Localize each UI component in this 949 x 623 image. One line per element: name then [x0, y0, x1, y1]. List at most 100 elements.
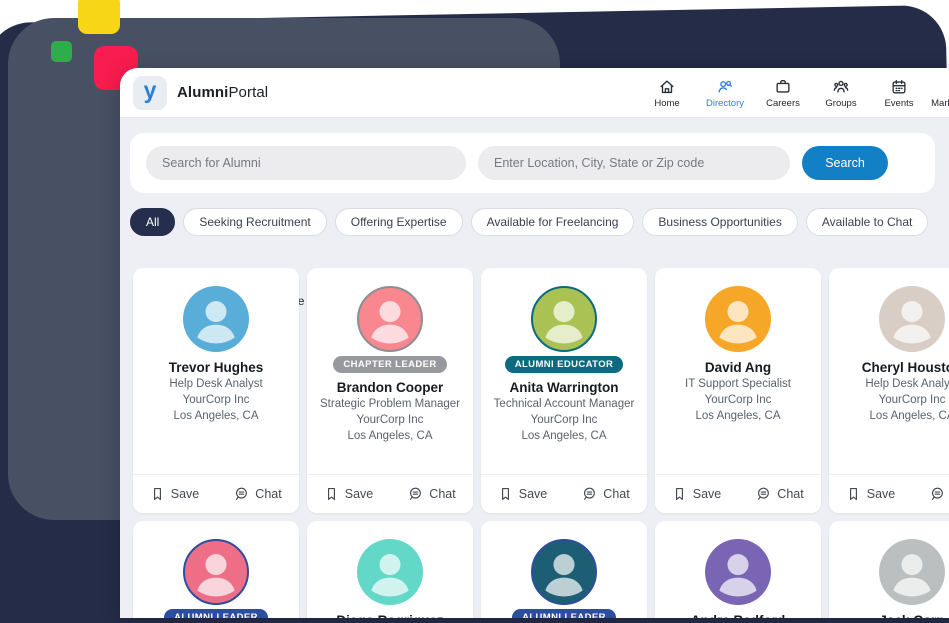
avatar [357, 539, 423, 605]
location-search-input[interactable] [478, 146, 790, 180]
member-name: Brandon Cooper [337, 380, 444, 395]
filter-pill-business-opportunities[interactable]: Business Opportunities [642, 208, 797, 236]
member-card: Jack Garp [829, 521, 949, 618]
avatar [879, 286, 945, 352]
member-card: Trevor Hughes Help Desk Analyst YourCorp… [133, 268, 299, 513]
filter-pills: All Seeking Recruitment Offering Experti… [130, 208, 928, 236]
page-body: Search All Seeking Recruitment Offering … [120, 118, 949, 618]
chat-button[interactable]: Chat [912, 475, 949, 513]
chat-icon [755, 486, 771, 502]
bookmark-icon [846, 486, 861, 502]
member-card: Andre Bedford [655, 521, 821, 618]
member-location: Los Angeles, CA [695, 410, 780, 423]
member-name: Cheryl Houston [862, 360, 949, 375]
chat-icon [407, 486, 423, 502]
member-company: YourCorp Inc [879, 394, 946, 407]
member-title: Strategic Problem Manager [320, 398, 460, 411]
nav-item-home[interactable]: Home [640, 78, 694, 109]
save-button[interactable]: Save [655, 475, 738, 513]
member-card: ALUMNI EDUCATOR Anita Warrington Technic… [481, 268, 647, 513]
member-card: Diego Rogriguez [307, 521, 473, 618]
member-card: Cheryl Houston Help Desk Analyst YourCor… [829, 268, 949, 513]
member-badge: ALUMNI LEADER [512, 609, 616, 618]
decor-yellow-square [78, 0, 120, 34]
member-card: ALUMNI LEADER [481, 521, 647, 618]
avatar [357, 286, 423, 352]
member-location: Los Angeles, CA [869, 410, 949, 423]
member-badge: ALUMNI LEADER [164, 609, 268, 618]
nav-item-careers[interactable]: Careers [756, 78, 810, 109]
avatar [531, 539, 597, 605]
member-name: Jack Garp [879, 613, 944, 618]
filter-pill-available-to-chat[interactable]: Available to Chat [806, 208, 929, 236]
avatar [879, 539, 945, 605]
member-name: Trevor Hughes [169, 360, 264, 375]
search-button[interactable]: Search [802, 146, 888, 180]
chat-icon [581, 486, 597, 502]
avatar [183, 286, 249, 352]
member-company: YourCorp Inc [183, 394, 250, 407]
member-title: Help Desk Analyst [865, 378, 949, 391]
search-panel: Search [130, 133, 935, 193]
chat-button[interactable]: Chat [216, 475, 299, 513]
member-location: Los Angeles, CA [347, 430, 432, 443]
member-location: Los Angeles, CA [521, 430, 606, 443]
member-card: CHAPTER LEADER Brandon Cooper Strategic … [307, 268, 473, 513]
page: y AlumniPortal Home Directory [0, 0, 949, 623]
member-location: Los Angeles, CA [173, 410, 258, 423]
nav-item-marketplace[interactable]: Marketplace [930, 78, 949, 109]
member-company: YourCorp Inc [531, 414, 598, 427]
save-button[interactable]: Save [481, 475, 564, 513]
member-badge: CHAPTER LEADER [333, 356, 446, 373]
save-button[interactable]: Save [133, 475, 216, 513]
chat-icon [233, 486, 249, 502]
bookmark-icon [672, 486, 687, 502]
member-company: YourCorp Inc [357, 414, 424, 427]
member-card: David Ang IT Support Specialist YourCorp… [655, 268, 821, 513]
logo-letter: y [144, 79, 157, 102]
brand-name[interactable]: AlumniPortal [177, 84, 268, 101]
filter-pill-all[interactable]: All [130, 208, 175, 236]
avatar [183, 539, 249, 605]
nav-item-groups[interactable]: Groups [814, 78, 868, 109]
nav-item-directory[interactable]: Directory [698, 78, 752, 109]
calendar-icon [890, 78, 908, 96]
card-actions: Save Chat [133, 474, 299, 513]
decor-green-square [51, 41, 72, 62]
app-header: y AlumniPortal Home Directory [120, 68, 949, 118]
chat-button[interactable]: Chat [738, 475, 821, 513]
save-button[interactable]: Save [307, 475, 390, 513]
card-actions: Save Chat [829, 474, 949, 513]
app-window: y AlumniPortal Home Directory [120, 68, 949, 618]
filter-pill-seeking-recruitment[interactable]: Seeking Recruitment [183, 208, 326, 236]
card-actions: Save Chat [307, 474, 473, 513]
home-icon [658, 78, 676, 96]
brand-logo[interactable]: y [133, 76, 167, 110]
avatar [705, 539, 771, 605]
bookmark-icon [324, 486, 339, 502]
chat-button[interactable]: Chat [564, 475, 647, 513]
card-actions: Save Chat [481, 474, 647, 513]
member-name: Andre Bedford [691, 613, 786, 618]
save-button[interactable]: Save [829, 475, 912, 513]
filter-pill-offering-expertise[interactable]: Offering Expertise [335, 208, 463, 236]
member-card: ALUMNI LEADER [133, 521, 299, 618]
card-actions: Save Chat [655, 474, 821, 513]
bookmark-icon [150, 486, 165, 502]
nav-item-events[interactable]: Events [872, 78, 926, 109]
briefcase-icon [774, 78, 792, 96]
members-grid: Trevor Hughes Help Desk Analyst YourCorp… [133, 268, 949, 618]
member-title: Technical Account Manager [494, 398, 635, 411]
person-search-icon [716, 78, 734, 96]
member-title: IT Support Specialist [685, 378, 791, 391]
member-name: Diego Rogriguez [336, 613, 443, 618]
member-badge: ALUMNI EDUCATOR [505, 356, 624, 373]
member-name: Anita Warrington [510, 380, 619, 395]
bookmark-icon [498, 486, 513, 502]
filter-pill-available-for-freelancing[interactable]: Available for Freelancing [471, 208, 635, 236]
avatar [531, 286, 597, 352]
alumni-search-input[interactable] [146, 146, 466, 180]
people-icon [832, 78, 850, 96]
member-company: YourCorp Inc [705, 394, 772, 407]
chat-button[interactable]: Chat [390, 475, 473, 513]
